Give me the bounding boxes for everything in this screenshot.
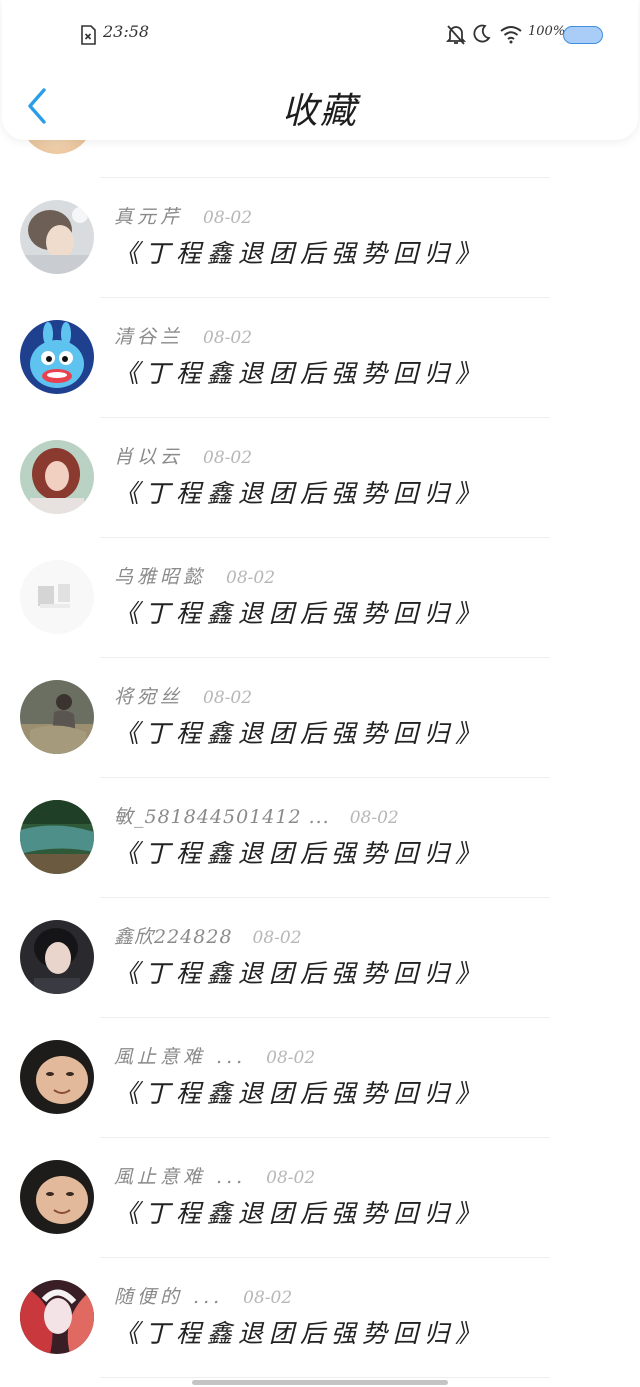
article-title: 《丁程鑫退团后强势回归》 — [114, 1079, 487, 1108]
nav-bar: 收藏 — [2, 70, 638, 140]
date: 08-02 — [226, 568, 276, 588]
list-item[interactable]: 乌雅昭懿 08-02 《丁程鑫退团后强势回归》 — [0, 540, 640, 660]
divider — [100, 897, 550, 898]
list-item[interactable]: 肖以云 08-02 《丁程鑫退团后强势回归》 — [0, 420, 640, 540]
divider — [100, 297, 550, 298]
article-title: 《丁程鑫退团后强势回归》 — [114, 599, 487, 628]
article-title: 《丁程鑫退团后强势回归》 — [114, 1319, 487, 1348]
article-title: 《丁程鑫退团后强势回归》 — [114, 719, 487, 748]
sim-off-icon — [80, 25, 96, 45]
date: 08-02 — [252, 928, 302, 948]
divider — [100, 1017, 550, 1018]
username: 肖以云 — [114, 446, 184, 468]
list-item[interactable]: 随便的 ... 08-02 《丁程鑫退团后强势回归》 — [0, 1260, 640, 1380]
avatar — [20, 200, 94, 274]
app-header: 23:58 100% 收藏 — [2, 0, 638, 140]
page-title: 收藏 — [281, 91, 358, 132]
divider — [100, 537, 550, 538]
divider — [100, 1137, 550, 1138]
article-title: 《丁程鑫退团后强势回归》 — [114, 959, 487, 988]
battery-icon — [563, 26, 603, 44]
username: 将宛丝 — [114, 686, 184, 708]
divider — [100, 177, 550, 178]
avatar — [20, 1160, 94, 1234]
clock: 23:58 — [103, 22, 150, 41]
date: 08-02 — [203, 328, 253, 348]
date: 08-02 — [266, 1168, 316, 1188]
divider — [100, 1377, 550, 1378]
list-item[interactable]: 風止意难 ... 08-02 《丁程鑫退团后强势回归》 — [0, 1020, 640, 1140]
mute-bell-icon — [445, 24, 467, 50]
home-indicator[interactable] — [192, 1380, 448, 1385]
username: 敏_581844501412 ... — [114, 806, 330, 828]
wifi-icon — [499, 24, 523, 48]
moon-icon — [473, 24, 491, 48]
username: 乌雅昭懿 — [114, 566, 207, 588]
article-title: 《丁程鑫退团后强势回归》 — [114, 839, 487, 868]
divider — [100, 777, 550, 778]
list-item[interactable]: 将宛丝 08-02 《丁程鑫退团后强势回归》 — [0, 660, 640, 780]
avatar — [20, 440, 94, 514]
list-item[interactable]: 鑫欣224828 08-02 《丁程鑫退团后强势回归》 — [0, 900, 640, 1020]
list-item[interactable]: 敏_581844501412 ... 08-02 《丁程鑫退团后强势回归》 — [0, 780, 640, 900]
avatar — [20, 1280, 94, 1354]
avatar — [20, 560, 94, 634]
avatar — [20, 920, 94, 994]
avatar — [20, 800, 94, 874]
divider — [100, 657, 550, 658]
favorites-list: 真元芹 08-02 《丁程鑫退团后强势回归》 清谷兰 08-02 《丁程鑫退团后强势… — [0, 60, 640, 1380]
article-title: 《丁程鑫退团后强势回归》 — [114, 1199, 487, 1228]
divider — [100, 1257, 550, 1258]
status-bar: 23:58 100% — [2, 0, 638, 70]
divider — [100, 417, 550, 418]
username: 随便的 ... — [114, 1286, 224, 1308]
battery-percent: 100% — [528, 24, 566, 39]
date: 08-02 — [243, 1288, 293, 1308]
date: 08-02 — [266, 1048, 316, 1068]
list-item[interactable]: 真元芹 08-02 《丁程鑫退团后强势回归》 — [0, 180, 640, 300]
article-title: 《丁程鑫退团后强势回归》 — [114, 359, 487, 388]
list-item[interactable]: 清谷兰 08-02 《丁程鑫退团后强势回归》 — [0, 300, 640, 420]
list-item[interactable]: 風止意难 ... 08-02 《丁程鑫退团后强势回归》 — [0, 1140, 640, 1260]
avatar — [20, 680, 94, 754]
username: 真元芹 — [114, 206, 184, 228]
article-title: 《丁程鑫退团后强势回归》 — [114, 479, 487, 508]
date: 08-02 — [203, 688, 253, 708]
article-title: 《丁程鑫退团后强势回归》 — [114, 239, 487, 268]
date: 08-02 — [203, 208, 253, 228]
username: 鑫欣224828 — [114, 926, 233, 948]
username: 風止意难 ... — [114, 1166, 247, 1188]
avatar — [20, 320, 94, 394]
username: 清谷兰 — [114, 326, 184, 348]
date: 08-02 — [203, 448, 253, 468]
avatar — [20, 1040, 94, 1114]
username: 風止意难 ... — [114, 1046, 247, 1068]
date: 08-02 — [349, 808, 399, 828]
